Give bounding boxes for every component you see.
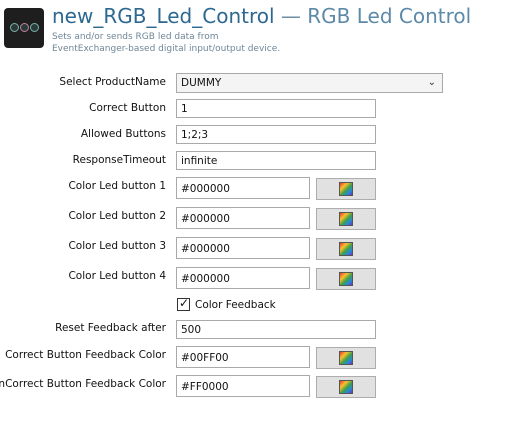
- reset-feedback-input[interactable]: 500: [176, 320, 376, 339]
- correct-feedback-color-label: Correct Button Feedback Color: [5, 349, 166, 361]
- title-separator: —: [280, 4, 301, 28]
- incorrect-feedback-color-label: InCorrect Button Feedback Color: [0, 378, 166, 390]
- led3-label: Color Led button 3: [68, 240, 166, 252]
- correct-button-input[interactable]: 1: [176, 99, 376, 118]
- plugin-description: Sets and/or sends RGB led data from Even…: [52, 31, 280, 55]
- description-line-2: EventExchanger-based digital input/outpu…: [52, 44, 281, 54]
- led-device-icon: [4, 8, 44, 48]
- color-picker-icon: [339, 212, 353, 226]
- plugin-header: new_RGB_Led_Control — RGB Led Control Se…: [0, 0, 508, 62]
- description-line-1: Sets and/or sends RGB led data from: [52, 32, 219, 42]
- color-picker-icon: [339, 272, 353, 286]
- app-name: new_RGB_Led_Control: [52, 4, 275, 28]
- response-timeout-label: ResponseTimeout: [72, 154, 166, 166]
- led4-color-input[interactable]: #000000: [176, 267, 310, 289]
- incorrect-feedback-color-input[interactable]: #FF0000: [176, 375, 310, 397]
- led2-color-picker-button[interactable]: [316, 208, 376, 230]
- app-subtitle: RGB Led Control: [307, 4, 472, 28]
- product-select[interactable]: DUMMY ⌄: [176, 73, 443, 93]
- color-picker-icon: [339, 380, 353, 394]
- led3-color-picker-button[interactable]: [316, 238, 376, 260]
- allowed-buttons-input[interactable]: 1;2;3: [176, 125, 376, 144]
- product-select-value: DUMMY: [181, 77, 222, 89]
- allowed-buttons-label: Allowed Buttons: [80, 128, 166, 140]
- led4-label: Color Led button 4: [68, 270, 166, 282]
- chevron-down-icon: ⌄: [427, 77, 436, 88]
- led2-color-input[interactable]: #000000: [176, 207, 310, 229]
- reset-feedback-label: Reset Feedback after: [55, 322, 166, 334]
- product-label: Select ProductName: [59, 76, 166, 88]
- color-picker-icon: [339, 351, 353, 365]
- led1-color-input[interactable]: #000000: [176, 177, 310, 199]
- correct-button-label: Correct Button: [89, 102, 166, 114]
- led1-label: Color Led button 1: [68, 180, 166, 192]
- correct-feedback-color-input[interactable]: #00FF00: [176, 346, 310, 368]
- color-feedback-checkbox[interactable]: ✓: [177, 296, 190, 311]
- led1-color-picker-button[interactable]: [316, 178, 376, 200]
- led2-label: Color Led button 2: [68, 210, 166, 222]
- color-picker-icon: [339, 242, 353, 256]
- color-picker-icon: [339, 182, 353, 196]
- led3-color-input[interactable]: #000000: [176, 237, 310, 259]
- correct-feedback-color-picker-button[interactable]: [316, 347, 376, 369]
- page-title: new_RGB_Led_Control — RGB Led Control: [52, 4, 471, 28]
- incorrect-feedback-color-picker-button[interactable]: [316, 376, 376, 398]
- led4-color-picker-button[interactable]: [316, 268, 376, 290]
- color-feedback-label: Color Feedback: [195, 299, 276, 311]
- checkmark-icon: ✓: [179, 296, 190, 310]
- response-timeout-input[interactable]: infinite: [176, 151, 376, 170]
